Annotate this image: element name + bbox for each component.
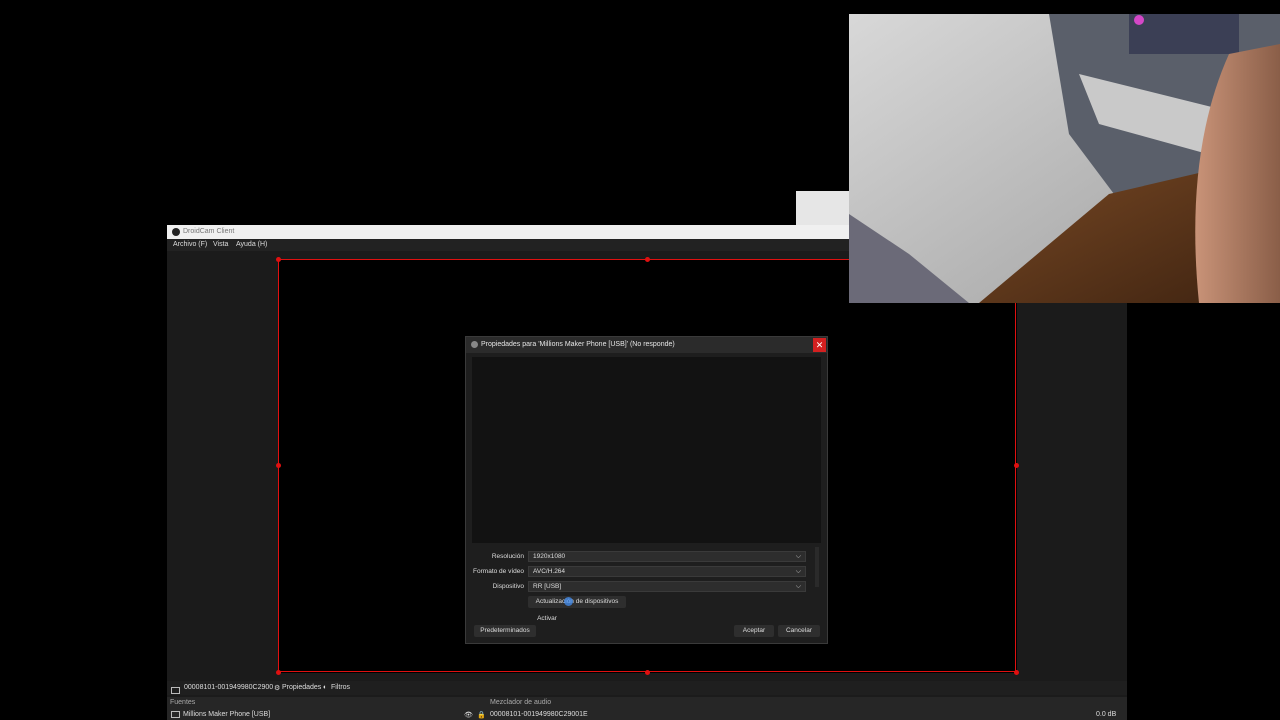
mixer-dock-header: Mezclador de audio bbox=[490, 699, 552, 706]
ok-button[interactable]: Aceptar bbox=[734, 625, 774, 637]
window-title: DroidCam Client bbox=[183, 228, 235, 235]
device-label: Dispositivo bbox=[492, 583, 524, 590]
sources-dock-header: Fuentes bbox=[170, 699, 196, 706]
lock-icon[interactable]: 🔒 bbox=[477, 711, 486, 719]
dialog-close-button[interactable]: ✕ bbox=[813, 338, 826, 352]
resize-handle-bl[interactable] bbox=[276, 670, 281, 675]
source-list-item[interactable]: Millions Maker Phone [USB] bbox=[183, 711, 270, 718]
mixer-channel-name: 00008101-001949980C29001E bbox=[490, 711, 588, 718]
resize-handle-tl[interactable] bbox=[276, 257, 281, 262]
properties-gear-icon[interactable]: ⚙ bbox=[274, 684, 280, 692]
webcam-frame-image bbox=[849, 14, 1280, 303]
resize-handle-right[interactable] bbox=[1014, 463, 1019, 468]
chevron-down-icon: ⌵ bbox=[795, 583, 801, 590]
activate-button[interactable]: Activar bbox=[528, 613, 566, 624]
resize-handle-br[interactable] bbox=[1014, 670, 1019, 675]
visibility-eye-icon[interactable]: 👁 bbox=[464, 711, 473, 719]
device-value: RR [USB] bbox=[533, 583, 562, 590]
chevron-down-icon: ⌵ bbox=[795, 553, 801, 560]
filters-button[interactable]: Filtros bbox=[331, 684, 350, 691]
resolution-label: Resolución bbox=[491, 553, 524, 560]
filters-icon[interactable]: ◐ bbox=[323, 684, 327, 691]
resize-handle-bottom[interactable] bbox=[645, 670, 650, 675]
menu-archivo[interactable]: Archivo (F) bbox=[173, 241, 207, 248]
source-item-camera-icon bbox=[171, 711, 183, 718]
properties-dialog: Propiedades para 'Millions Maker Phone [… bbox=[466, 337, 827, 643]
defaults-button[interactable]: Predeterminados bbox=[474, 625, 536, 637]
properties-scrollbar[interactable] bbox=[815, 547, 819, 587]
dialog-titlebar: Propiedades para 'Millions Maker Phone [… bbox=[466, 337, 827, 353]
selected-source-name: 00008101-001949980C2900 bbox=[184, 684, 274, 691]
device-select[interactable]: RR [USB] ⌵ bbox=[528, 581, 806, 592]
video-format-select[interactable]: AVC/H.264 ⌵ bbox=[528, 566, 806, 577]
app-logo-icon bbox=[172, 228, 180, 236]
resolution-value: 1920x1080 bbox=[533, 553, 566, 560]
docks-area: Fuentes Millions Maker Phone [USB] 👁 🔒 M… bbox=[167, 697, 1127, 720]
resolution-select[interactable]: 1920x1080 ⌵ bbox=[528, 551, 806, 562]
properties-button[interactable]: Propiedades bbox=[282, 684, 321, 691]
dialog-preview-area bbox=[472, 357, 821, 543]
webcam-video-overlay bbox=[849, 14, 1280, 303]
mixer-level: 0.0 dB bbox=[1096, 711, 1117, 718]
video-format-label: Formato de vídeo bbox=[473, 568, 524, 575]
video-format-value: AVC/H.264 bbox=[533, 568, 566, 575]
resize-handle-left[interactable] bbox=[276, 463, 281, 468]
resize-handle-top[interactable] bbox=[645, 257, 650, 262]
mouse-cursor-indicator bbox=[564, 597, 573, 606]
cancel-button[interactable]: Cancelar bbox=[778, 625, 820, 637]
window-fragment bbox=[796, 191, 849, 225]
dialog-app-icon bbox=[471, 341, 478, 348]
dialog-title: Propiedades para 'Millions Maker Phone [… bbox=[481, 341, 675, 348]
refresh-devices-button[interactable]: Actualización de dispositivos bbox=[528, 596, 626, 608]
menu-ayuda[interactable]: Ayuda (H) bbox=[236, 241, 267, 248]
menu-vista[interactable]: Vista bbox=[213, 241, 228, 248]
source-toolbar: 00008101-001949980C2900 ⚙ Propiedades ◐ … bbox=[167, 681, 1127, 695]
chevron-down-icon: ⌵ bbox=[795, 568, 801, 575]
